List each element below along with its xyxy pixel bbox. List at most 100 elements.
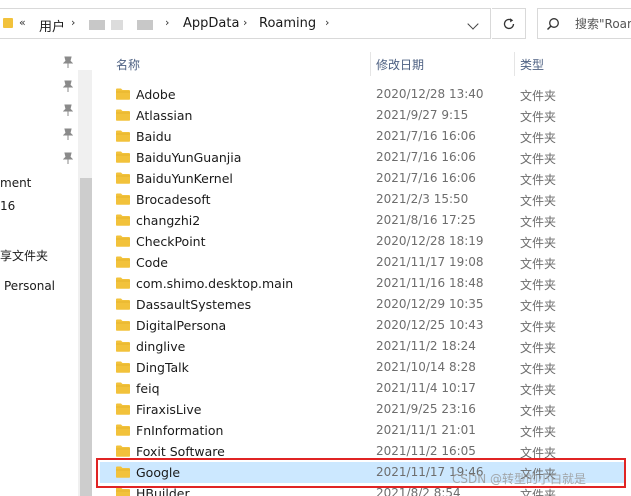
file-type: 文件夹	[520, 236, 557, 250]
file-name: Foxit Software	[136, 444, 225, 459]
file-name: CheckPoint	[136, 234, 206, 249]
file-modified-date: 2021/7/16 16:06	[376, 171, 476, 185]
file-name: Adobe	[136, 87, 176, 102]
folder-icon	[116, 403, 130, 415]
table-row[interactable]: BaiduYunKernel 2021/7/16 16:06 文件夹	[100, 168, 626, 189]
table-row[interactable]: FnInformation 2021/11/1 21:01 文件夹	[100, 420, 626, 441]
search-box[interactable]	[537, 8, 631, 39]
nav-item[interactable]: Personal	[4, 279, 55, 293]
file-name: com.shimo.desktop.main	[136, 276, 294, 291]
folder-icon	[116, 466, 130, 478]
navigation-pane: ment 16 享文件夹 Personal	[0, 48, 92, 496]
breadcrumb-separator[interactable]: ›	[325, 16, 329, 29]
pin-icon[interactable]	[63, 152, 73, 164]
file-type: 文件夹	[520, 257, 557, 271]
file-name: Baidu	[136, 129, 172, 144]
folder-icon	[116, 277, 130, 289]
table-row[interactable]: BaiduYunGuanjia 2021/7/16 16:06 文件夹	[100, 147, 626, 168]
refresh-icon	[503, 18, 515, 30]
pin-icon[interactable]	[63, 128, 73, 140]
folder-icon	[116, 214, 130, 226]
file-modified-date: 2021/7/16 16:06	[376, 150, 476, 164]
table-row[interactable]: Brocadesoft 2021/2/3 15:50 文件夹	[100, 189, 626, 210]
column-divider[interactable]	[370, 52, 371, 76]
folder-icon	[116, 424, 130, 436]
column-header-date[interactable]: 修改日期	[376, 56, 424, 73]
nav-item[interactable]: 享文件夹	[0, 247, 48, 264]
table-row[interactable]: feiq 2021/11/4 10:17 文件夹	[100, 378, 626, 399]
table-row[interactable]: com.shimo.desktop.main 2021/11/16 18:48 文件…	[100, 273, 626, 294]
table-row[interactable]: Baidu 2021/7/16 16:06 文件夹	[100, 126, 626, 147]
folder-icon	[116, 151, 130, 163]
table-row[interactable]: Foxit Software 2021/11/2 16:05 文件夹	[100, 441, 626, 462]
file-modified-date: 2021/11/16 18:48	[376, 276, 484, 290]
breadcrumb-roaming[interactable]: Roaming	[259, 16, 316, 31]
nav-scrollbar-thumb[interactable]	[80, 178, 92, 496]
file-modified-date: 2020/12/29 10:35	[376, 297, 484, 311]
folder-icon	[116, 445, 130, 457]
file-type: 文件夹	[520, 152, 557, 166]
file-name: DigitalPersona	[136, 318, 227, 333]
column-header-type[interactable]: 类型	[520, 56, 544, 73]
file-modified-date: 2021/11/1 21:01	[376, 423, 476, 437]
file-modified-date: 2021/11/2 16:05	[376, 444, 476, 458]
folder-icon	[116, 130, 130, 142]
chevron-down-icon[interactable]	[467, 18, 479, 30]
folder-icon	[116, 298, 130, 310]
breadcrumb-separator[interactable]: ›	[165, 16, 169, 29]
file-modified-date: 2021/11/4 10:17	[376, 381, 476, 395]
file-modified-date: 2020/12/28 13:40	[376, 87, 484, 101]
file-modified-date: 2021/7/16 16:06	[376, 129, 476, 143]
file-name: Brocadesoft	[136, 192, 211, 207]
table-row[interactable]: Adobe 2020/12/28 13:40 文件夹	[100, 84, 626, 105]
nav-item[interactable]: 16	[0, 199, 15, 213]
file-type: 文件夹	[520, 362, 557, 376]
blurred-username	[111, 20, 123, 30]
watermark: CSDN @转型的小白就是	[452, 472, 587, 486]
pin-icon[interactable]	[63, 104, 73, 116]
file-type: 文件夹	[520, 299, 557, 313]
column-divider[interactable]	[514, 52, 515, 76]
table-row[interactable]: DassaultSystemes 2020/12/29 10:35 文件夹	[100, 294, 626, 315]
refresh-button[interactable]	[492, 8, 526, 39]
file-type: 文件夹	[520, 110, 557, 124]
file-type: 文件夹	[520, 383, 557, 397]
table-row[interactable]: dinglive 2021/11/2 18:24 文件夹	[100, 336, 626, 357]
file-type: 文件夹	[520, 131, 557, 145]
address-row: « 用户 › › AppData › Roaming ›	[0, 0, 631, 48]
breadcrumb-users[interactable]: 用户	[39, 16, 65, 35]
folder-icon	[116, 319, 130, 331]
file-modified-date: 2020/12/25 10:43	[376, 318, 484, 332]
table-row[interactable]: Atlassian 2021/9/27 9:15 文件夹	[100, 105, 626, 126]
folder-icon	[116, 172, 130, 184]
table-row[interactable]: changzhi2 2021/8/16 17:25 文件夹	[100, 210, 626, 231]
folder-icon	[116, 235, 130, 247]
file-type: 文件夹	[520, 404, 557, 418]
breadcrumb-separator[interactable]: ›	[71, 16, 75, 29]
file-modified-date: 2021/8/2 8:54	[376, 486, 461, 496]
breadcrumb-separator[interactable]: ›	[243, 16, 247, 29]
table-row[interactable]: DigitalPersona 2020/12/25 10:43 文件夹	[100, 315, 626, 336]
search-icon	[546, 18, 559, 31]
blurred-username	[137, 20, 153, 30]
table-row[interactable]: FiraxisLive 2021/9/25 23:16 文件夹	[100, 399, 626, 420]
table-row[interactable]: DingTalk 2021/10/14 8:28 文件夹	[100, 357, 626, 378]
address-bar[interactable]: « 用户 › › AppData › Roaming ›	[0, 8, 491, 39]
column-header-name[interactable]: 名称	[116, 56, 140, 73]
table-row[interactable]: Code 2021/11/17 19:08 文件夹	[100, 252, 626, 273]
file-type: 文件夹	[520, 173, 557, 187]
file-modified-date: 2021/11/17 19:08	[376, 255, 484, 269]
file-type: 文件夹	[520, 341, 557, 355]
pin-icon[interactable]	[63, 56, 73, 68]
overflow-chevron[interactable]: «	[19, 16, 26, 29]
nav-item[interactable]: ment	[0, 176, 31, 190]
file-modified-date: 2021/8/16 17:25	[376, 213, 476, 227]
search-input[interactable]	[575, 15, 631, 33]
file-name: DingTalk	[136, 360, 189, 375]
folder-icon	[116, 193, 130, 205]
folder-icon	[116, 340, 130, 352]
pin-icon[interactable]	[63, 80, 73, 92]
breadcrumb-appdata[interactable]: AppData	[183, 16, 239, 31]
file-type: 文件夹	[520, 488, 557, 496]
table-row[interactable]: CheckPoint 2020/12/28 18:19 文件夹	[100, 231, 626, 252]
